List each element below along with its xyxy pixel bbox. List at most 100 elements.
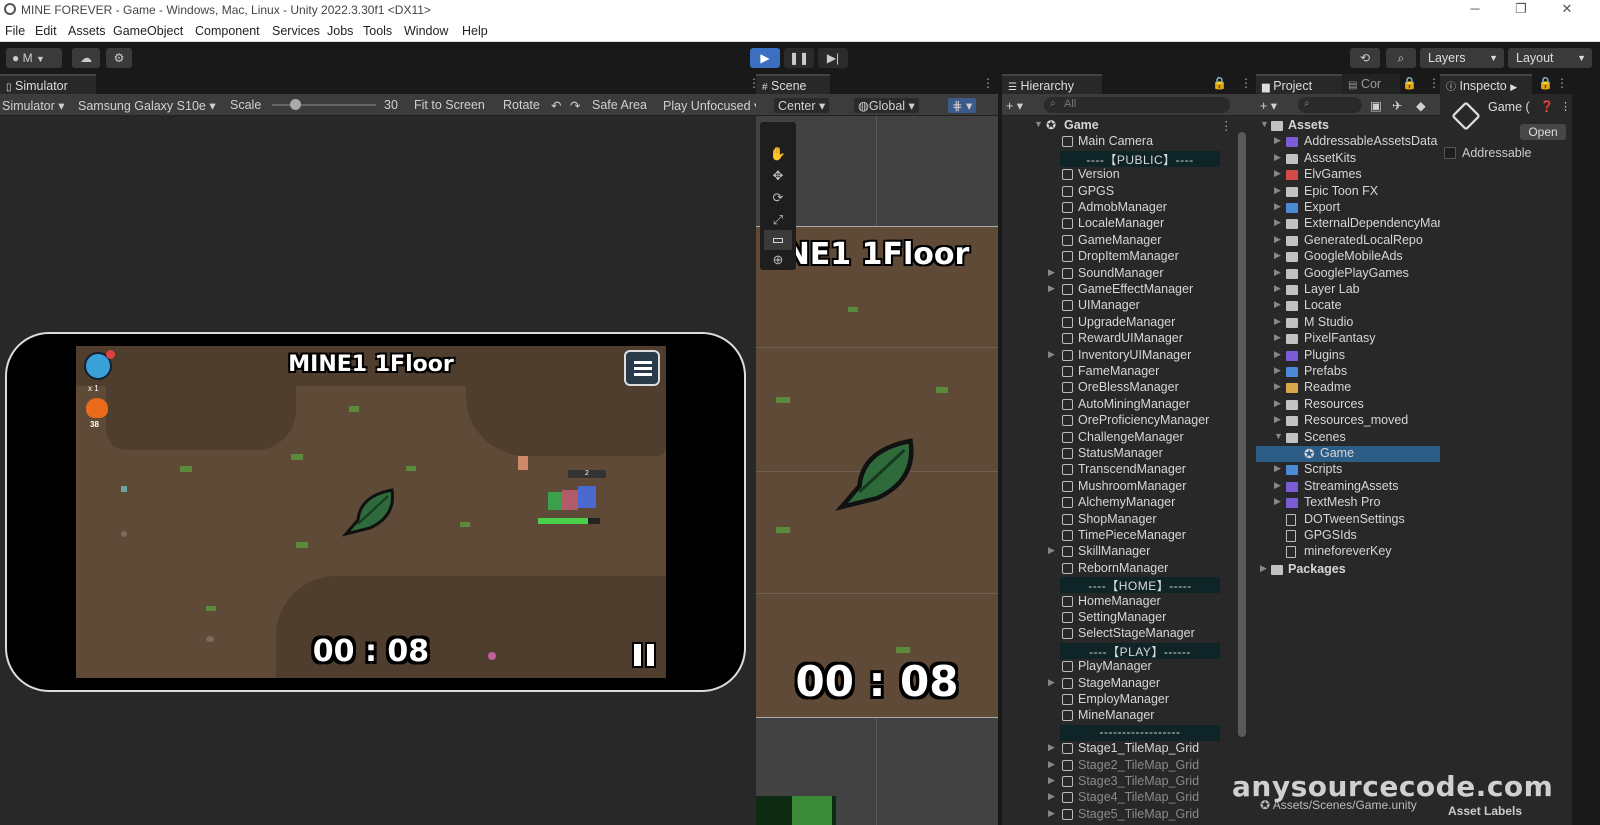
project-item[interactable]: ▶ GeneratedLocalRepo — [1256, 233, 1440, 249]
hierarchy-item[interactable]: ▶ GameEffectManager — [1002, 282, 1256, 298]
pause-button[interactable]: ❚❚ — [784, 48, 814, 68]
expand-arrow-icon[interactable]: ▶ — [1048, 349, 1055, 360]
expand-arrow-icon[interactable]: ▶ — [1048, 808, 1055, 819]
row-menu-icon[interactable]: ⋮ — [1220, 118, 1233, 133]
hierarchy-item[interactable]: SettingManager — [1002, 610, 1256, 626]
fit-to-screen-button[interactable]: Fit to Screen — [414, 98, 485, 112]
player-character[interactable] — [548, 486, 598, 514]
menu-jobs[interactable]: Jobs — [327, 24, 353, 38]
scale-tool-icon[interactable]: ⤢ — [764, 210, 792, 230]
settings-button[interactable]: ⚙ — [106, 48, 132, 68]
project-item[interactable]: ▶ GooglePlayGames — [1256, 266, 1440, 282]
lock-icon[interactable]: 🔒 — [1402, 76, 1417, 90]
hierarchy-item[interactable]: GPGS — [1002, 184, 1256, 200]
create-asset-button[interactable]: + ▾ — [1260, 98, 1277, 113]
expand-arrow-icon[interactable]: ▶ — [1274, 168, 1281, 179]
expand-arrow-icon[interactable]: ▶ — [1048, 791, 1055, 802]
add-object-button[interactable]: + ▾ — [1006, 98, 1023, 113]
expand-arrow-icon[interactable]: ▶ — [1274, 185, 1281, 196]
hierarchy-item[interactable]: AutoMiningManager — [1002, 397, 1256, 413]
lock-icon[interactable]: 🔒 — [1538, 76, 1553, 90]
expand-arrow-icon[interactable]: ▼ — [1034, 119, 1043, 129]
expand-arrow-icon[interactable]: ▶ — [1048, 677, 1055, 688]
menu-assets[interactable]: Assets — [68, 24, 106, 38]
inspector-menu-icon[interactable]: ⋮ — [1560, 100, 1571, 113]
menu-window[interactable]: Window — [404, 24, 448, 38]
hierarchy-item[interactable]: ▶ Stage5_TileMap_Grid — [1002, 807, 1256, 823]
simulator-mode-dropdown[interactable]: Simulator ▾ — [2, 98, 65, 113]
menu-help[interactable]: Help — [462, 24, 488, 38]
expand-arrow-icon[interactable]: ▼ — [1260, 119, 1269, 129]
hierarchy-scrollbar[interactable] — [1238, 132, 1246, 737]
hierarchy-item[interactable]: UIManager — [1002, 298, 1256, 314]
play-button[interactable]: ▶ — [750, 48, 780, 68]
hierarchy-item[interactable]: AdmobManager — [1002, 200, 1256, 216]
expand-arrow-icon[interactable]: ▶ — [1274, 381, 1281, 392]
history-button[interactable]: ⟲ — [1350, 48, 1380, 68]
expand-arrow-icon[interactable]: ▶ — [1274, 414, 1281, 425]
scene-viewport[interactable]: NE1 1Floor 00 : 08 ✋ ✥ ⟳ ⤢ ▭ ⊕ — [756, 116, 998, 825]
project-item[interactable]: ▶ ExternalDependencyManager — [1256, 216, 1440, 232]
lock-icon[interactable]: 🔒 — [1212, 76, 1227, 90]
hierarchy-item[interactable]: ▶ SoundManager — [1002, 266, 1256, 282]
menu-file[interactable]: File — [5, 24, 25, 38]
hierarchy-separator[interactable]: ----【PUBLIC】---- — [1002, 150, 1256, 167]
project-assets-root[interactable]: ▼ Assets — [1256, 118, 1440, 134]
rotate-left-icon[interactable]: ↶ — [551, 98, 561, 113]
scale-slider-thumb[interactable] — [289, 99, 301, 110]
gizmo-toggle[interactable]: ⋕ ▾ — [948, 98, 977, 113]
scale-slider[interactable] — [272, 99, 376, 110]
game-pause-button[interactable] — [634, 644, 656, 666]
expand-arrow-icon[interactable]: ▶ — [1274, 365, 1281, 376]
hierarchy-item[interactable]: PlayManager — [1002, 659, 1256, 675]
expand-arrow-icon[interactable]: ▶ — [1048, 742, 1055, 753]
step-button[interactable]: ▶| — [818, 48, 848, 68]
tab-inspector[interactable]: ⓘ Inspecto ▶ — [1440, 74, 1532, 94]
hierarchy-separator[interactable]: ----【PLAY】------ — [1002, 642, 1256, 659]
open-button[interactable]: Open — [1520, 124, 1566, 140]
project-item[interactable]: ▶ Scripts — [1256, 462, 1440, 478]
expand-arrow-icon[interactable]: ▶ — [1274, 349, 1281, 360]
hierarchy-item[interactable]: DropItemManager — [1002, 249, 1256, 265]
project-item[interactable]: ▶ Resources_moved — [1256, 413, 1440, 429]
project-item[interactable]: ▶ Layer Lab — [1256, 282, 1440, 298]
hierarchy-item[interactable]: EmployManager — [1002, 692, 1256, 708]
expand-arrow-icon[interactable]: ▶ — [1048, 283, 1055, 294]
menu-services[interactable]: Services — [272, 24, 320, 38]
game-view[interactable]: x 1 38 MINE1 1Floor 2 00: 08 — [76, 346, 666, 678]
hierarchy-item[interactable]: MushroomManager — [1002, 479, 1256, 495]
expand-arrow-icon[interactable]: ▶ — [1274, 217, 1281, 228]
expand-arrow-icon[interactable]: ▶ — [1048, 759, 1055, 770]
rect-tool-icon[interactable]: ▭ — [764, 230, 792, 250]
expand-arrow-icon[interactable]: ▶ — [1274, 135, 1281, 146]
hierarchy-item[interactable]: ▶ Stage2_TileMap_Grid — [1002, 758, 1256, 774]
project-item[interactable]: ▶ PixelFantasy — [1256, 331, 1440, 347]
transform-tool-icon[interactable]: ⊕ — [764, 250, 792, 270]
hierarchy-item[interactable]: ▶ InventoryUIManager — [1002, 348, 1256, 364]
hierarchy-item[interactable]: OreBlessManager — [1002, 380, 1256, 396]
space-dropdown[interactable]: ◍Global ▾ — [854, 98, 919, 113]
hand-tool-icon[interactable]: ✋ — [764, 144, 792, 164]
hierarchy-item[interactable]: MineManager — [1002, 708, 1256, 724]
project-item[interactable]: mineforeverKey — [1256, 544, 1440, 560]
expand-arrow-icon[interactable]: ▶ — [1274, 480, 1281, 491]
cloud-button[interactable]: ☁ — [72, 48, 100, 68]
menu-tools[interactable]: Tools — [363, 24, 392, 38]
panel-menu-icon[interactable]: ⋮ — [1240, 76, 1252, 90]
project-item[interactable]: ▼ Scenes — [1256, 430, 1440, 446]
menu-gameobject[interactable]: GameObject — [113, 24, 183, 38]
search-button[interactable]: ⌕ — [1386, 48, 1416, 68]
project-item[interactable]: DOTweenSettings — [1256, 512, 1440, 528]
minimize-button[interactable]: ─ — [1452, 0, 1498, 20]
hierarchy-item[interactable]: LocaleManager — [1002, 216, 1256, 232]
tab-simulator[interactable]: ▯ Simulator — [0, 74, 96, 94]
expand-arrow-icon[interactable]: ▶ — [1260, 563, 1267, 574]
tab-hierarchy[interactable]: ☰ Hierarchy — [1002, 74, 1102, 94]
expand-arrow-icon[interactable]: ▶ — [1274, 152, 1281, 163]
project-item[interactable]: ▶ GoogleMobileAds — [1256, 249, 1440, 265]
hierarchy-item[interactable]: HomeManager — [1002, 594, 1256, 610]
expand-arrow-icon[interactable]: ▶ — [1048, 267, 1055, 278]
layout-dropdown[interactable]: Layout ▼ — [1508, 48, 1592, 68]
tab-scene[interactable]: # Scene — [756, 74, 830, 94]
tab-console[interactable]: ▤ Cor — [1342, 74, 1400, 94]
